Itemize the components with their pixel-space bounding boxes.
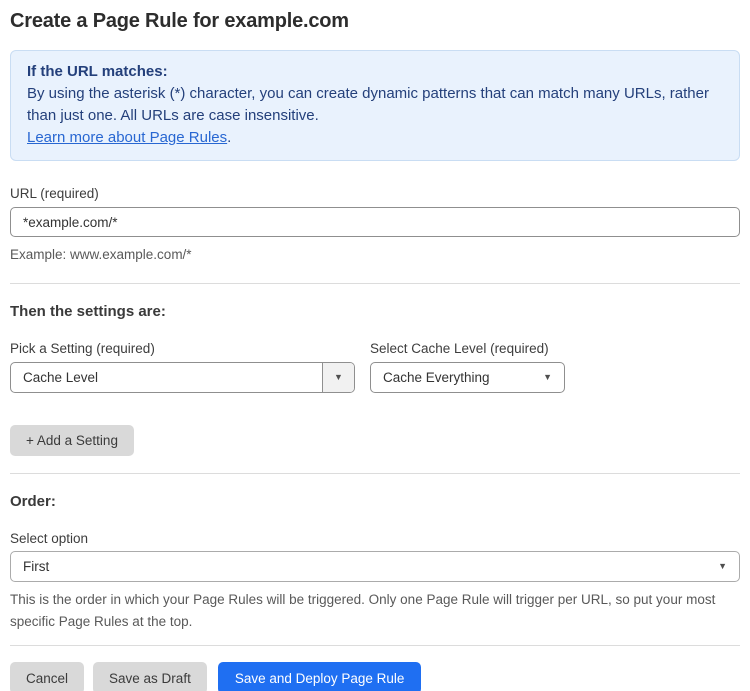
page-title: Create a Page Rule for example.com <box>10 10 349 32</box>
settings-row: Pick a Setting (required) Cache Level ▼ … <box>10 341 740 393</box>
cancel-button[interactable]: Cancel <box>10 662 85 691</box>
cache-level-value: Cache Everything <box>383 370 490 385</box>
add-setting-button[interactable]: + Add a Setting <box>10 425 134 456</box>
cache-level-field: Select Cache Level (required) Cache Ever… <box>370 341 565 393</box>
order-select-dropdown[interactable]: First ▼ <box>10 551 740 582</box>
url-field-label: URL (required) <box>10 186 99 201</box>
save-as-draft-button[interactable]: Save as Draft <box>93 662 207 691</box>
cache-level-label: Select Cache Level (required) <box>370 341 549 356</box>
page-rule-form: Create a Page Rule for example.com If th… <box>0 10 750 691</box>
url-match-info-box: If the URL matches: By using the asteris… <box>10 50 740 161</box>
info-box-heading: If the URL matches: <box>27 63 168 80</box>
cache-level-dropdown[interactable]: Cache Everything ▼ <box>370 362 565 393</box>
caret-down-button[interactable]: ▼ <box>322 363 354 392</box>
caret-down-icon: ▼ <box>718 561 727 571</box>
setting-picker-field: Pick a Setting (required) Cache Level ▼ <box>10 341 355 393</box>
order-select-label: Select option <box>10 531 89 546</box>
order-select-value: First <box>23 559 50 574</box>
setting-picker-value: Cache Level <box>23 370 99 385</box>
order-helper-text: This is the order in which your Page Rul… <box>10 592 716 629</box>
url-input[interactable] <box>10 207 740 237</box>
caret-down-icon: ▼ <box>334 372 343 382</box>
url-helper-text: Example: www.example.com/* <box>10 247 192 262</box>
section-divider <box>10 473 740 474</box>
setting-picker-label: Pick a Setting (required) <box>10 341 155 356</box>
save-and-deploy-button[interactable]: Save and Deploy Page Rule <box>217 662 422 691</box>
footer-button-row: Cancel Save as Draft Save and Deploy Pag… <box>10 662 740 691</box>
caret-down-icon: ▼ <box>543 372 552 382</box>
setting-picker-dropdown[interactable]: Cache Level ▼ <box>10 362 355 393</box>
learn-more-link[interactable]: Learn more about Page Rules <box>27 129 227 146</box>
settings-section-heading: Then the settings are: <box>10 303 166 320</box>
section-divider <box>10 283 740 284</box>
footer-divider <box>10 645 740 646</box>
info-box-link-line: Learn more about Page Rules. <box>27 127 723 149</box>
info-box-body: By using the asterisk (*) character, you… <box>27 85 709 124</box>
link-suffix: . <box>227 129 232 146</box>
order-section-heading: Order: <box>10 493 56 510</box>
